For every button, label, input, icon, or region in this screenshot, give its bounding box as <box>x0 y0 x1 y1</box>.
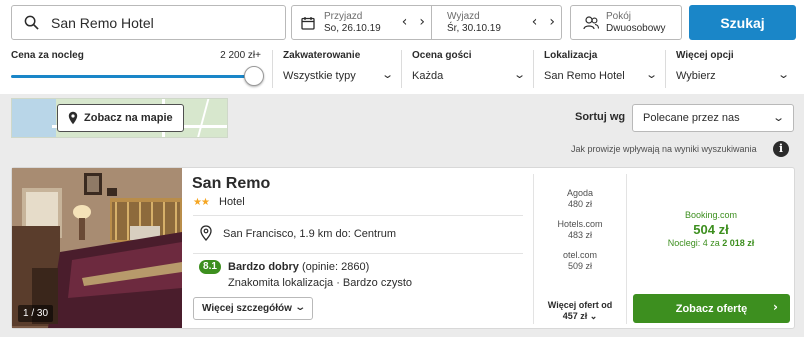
destination-input[interactable]: San Remo Hotel <box>11 5 286 40</box>
more-options-value: Wybierz <box>676 70 716 82</box>
checkout-field[interactable]: Wyjazd Śr, 30.10.19 ‹ › <box>431 5 562 40</box>
hotel-name[interactable]: San Remo <box>192 175 270 193</box>
offer-price: 483 zł <box>567 230 593 240</box>
map-pin-icon <box>68 111 78 125</box>
more-options-label: Więcej opcji <box>676 50 734 61</box>
price-slider-track[interactable] <box>11 75 257 78</box>
checkout-next-icon[interactable]: › <box>549 15 555 29</box>
best-offer-nights-prefix: Noclegi: 4 za <box>667 238 720 248</box>
rating-word: Bardzo dobry <box>228 261 299 273</box>
offer-price: 480 zł <box>567 199 593 209</box>
filter-bar: Cena za nocleg 2 200 zł+ Zakwaterowanie … <box>0 44 804 94</box>
see-offer-button[interactable]: Zobacz ofertę › <box>633 294 790 323</box>
hotel-location[interactable]: San Francisco, 1.9 km do: Centrum <box>223 228 396 240</box>
accommodation-value: Wszystkie typy <box>283 70 356 82</box>
location-value: San Remo Hotel <box>544 70 625 82</box>
rating-badge: 8.1 <box>199 260 221 274</box>
price-slider-handle[interactable] <box>244 66 264 86</box>
rating-label: Ocena gości <box>412 50 472 61</box>
divider <box>193 253 523 254</box>
more-offers-line2: 457 zł <box>562 311 588 321</box>
offer-row[interactable]: Hotels.com 483 zł <box>534 219 626 241</box>
more-offers-button[interactable]: Więcej ofert od 457 zł ⌄ <box>534 300 626 322</box>
rating-value: Każda <box>412 70 444 82</box>
more-details-label: Więcej szczegółów <box>202 303 292 314</box>
accommodation-filter[interactable]: Zakwaterowanie Wszystkie typy ⌄ <box>272 50 400 88</box>
results-area: Zobacz na mapie Sortuj wg Polecane przez… <box>0 94 804 337</box>
chevron-down-icon: ⌄ <box>589 311 598 321</box>
calendar-icon <box>301 16 315 30</box>
chevron-down-icon: ⌄ <box>512 68 526 81</box>
hotel-room-image <box>12 168 182 328</box>
best-offer-nights-total: 2 018 zł <box>722 238 755 248</box>
rating-summary[interactable]: Bardzo dobry (opinie: 2860) <box>228 261 369 273</box>
location-pin-icon <box>200 225 212 241</box>
price-filter-max: 2 200 zł+ <box>220 50 261 61</box>
location-label: Lokalizacja <box>544 50 598 61</box>
offer-provider: Hotels.com <box>557 219 603 229</box>
more-offers-line1: Więcej ofert od <box>547 300 613 310</box>
divider <box>193 215 523 216</box>
guests-icon <box>583 15 599 29</box>
checkout-prev-icon[interactable]: ‹ <box>532 15 538 29</box>
map-water <box>12 99 56 137</box>
commission-link[interactable]: Jak prowizje wpływają na wyniki wyszukiw… <box>571 144 757 154</box>
search-bar: San Remo Hotel Przyjazd So, 26.10.19 ‹ ›… <box>0 0 804 44</box>
best-offer-nights: Noclegi: 4 za 2 018 zł <box>627 238 795 248</box>
hotel-highlights: Znakomita lokalizacja · Bardzo czysto <box>228 277 413 289</box>
sort-label: Sortuj wg <box>575 111 626 123</box>
show-map-label: Zobacz na mapie <box>84 112 173 124</box>
best-offer[interactable]: Booking.com 504 zł Noclegi: 4 za 2 018 z… <box>627 210 795 248</box>
offer-provider: Agoda <box>566 188 594 198</box>
guests-field[interactable]: Pokój Dwuosobowy <box>570 5 682 40</box>
rating-reviews: (opinie: 2860) <box>301 261 370 273</box>
more-options-filter[interactable]: Więcej opcji Wybierz ⌄ <box>665 50 796 88</box>
checkout-label: Wyjazd <box>447 10 480 22</box>
checkin-field[interactable]: Przyjazd So, 26.10.19 ‹ › <box>291 5 432 40</box>
location-filter[interactable]: Lokalizacja San Remo Hotel ⌄ <box>533 50 664 88</box>
sort-select[interactable]: Polecane przez nas ⌄ <box>632 104 794 132</box>
divider <box>626 174 627 324</box>
more-details-button[interactable]: Więcej szczegółów ⌄ <box>193 297 313 320</box>
map-road <box>196 99 210 137</box>
search-icon <box>24 15 39 30</box>
checkin-label: Przyjazd <box>324 10 363 22</box>
info-icon[interactable]: i <box>773 141 789 157</box>
rating-filter[interactable]: Ocena gości Każda ⌄ <box>401 50 532 88</box>
chevron-down-icon: ⌄ <box>293 302 306 313</box>
accommodation-label: Zakwaterowanie <box>283 50 361 61</box>
chevron-right-icon: › <box>773 300 778 314</box>
star-rating-icon: ★★ <box>193 197 210 208</box>
chevron-down-icon: ⌄ <box>644 68 658 81</box>
destination-value: San Remo Hotel <box>51 14 154 31</box>
chevron-down-icon: ⌄ <box>380 68 394 81</box>
offer-price: 509 zł <box>567 261 593 271</box>
search-button[interactable]: Szukaj <box>689 5 796 40</box>
hotel-card: 1 / 30 San Remo ★★ Hotel San Francisco, … <box>11 167 795 329</box>
hotel-photo[interactable]: 1 / 30 <box>12 168 182 328</box>
chevron-down-icon: ⌄ <box>776 68 790 81</box>
best-offer-provider: Booking.com <box>684 210 738 220</box>
checkin-value: So, 26.10.19 <box>324 22 381 34</box>
checkout-value: Śr, 30.10.19 <box>447 22 501 34</box>
best-offer-price: 504 zł <box>693 222 729 237</box>
offer-provider: otel.com <box>562 250 597 260</box>
chevron-down-icon: ⌄ <box>771 111 785 124</box>
guests-value: Dwuosobowy <box>606 22 666 34</box>
offer-row[interactable]: Agoda 480 zł <box>534 188 626 210</box>
show-map-button[interactable]: Zobacz na mapie <box>57 104 184 132</box>
guests-label: Pokój <box>606 10 632 22</box>
checkin-prev-icon[interactable]: ‹ <box>402 15 408 29</box>
checkin-next-icon[interactable]: › <box>419 15 425 29</box>
see-offer-label: Zobacz ofertę <box>675 302 748 315</box>
photo-counter: 1 / 30 <box>18 305 54 322</box>
price-filter: Cena za nocleg 2 200 zł+ <box>11 50 265 86</box>
map-preview[interactable]: Zobacz na mapie <box>11 98 228 138</box>
offer-row[interactable]: otel.com 509 zł <box>534 250 626 272</box>
hotel-type: Hotel <box>219 196 245 208</box>
sort-value: Polecane przez nas <box>643 112 740 124</box>
